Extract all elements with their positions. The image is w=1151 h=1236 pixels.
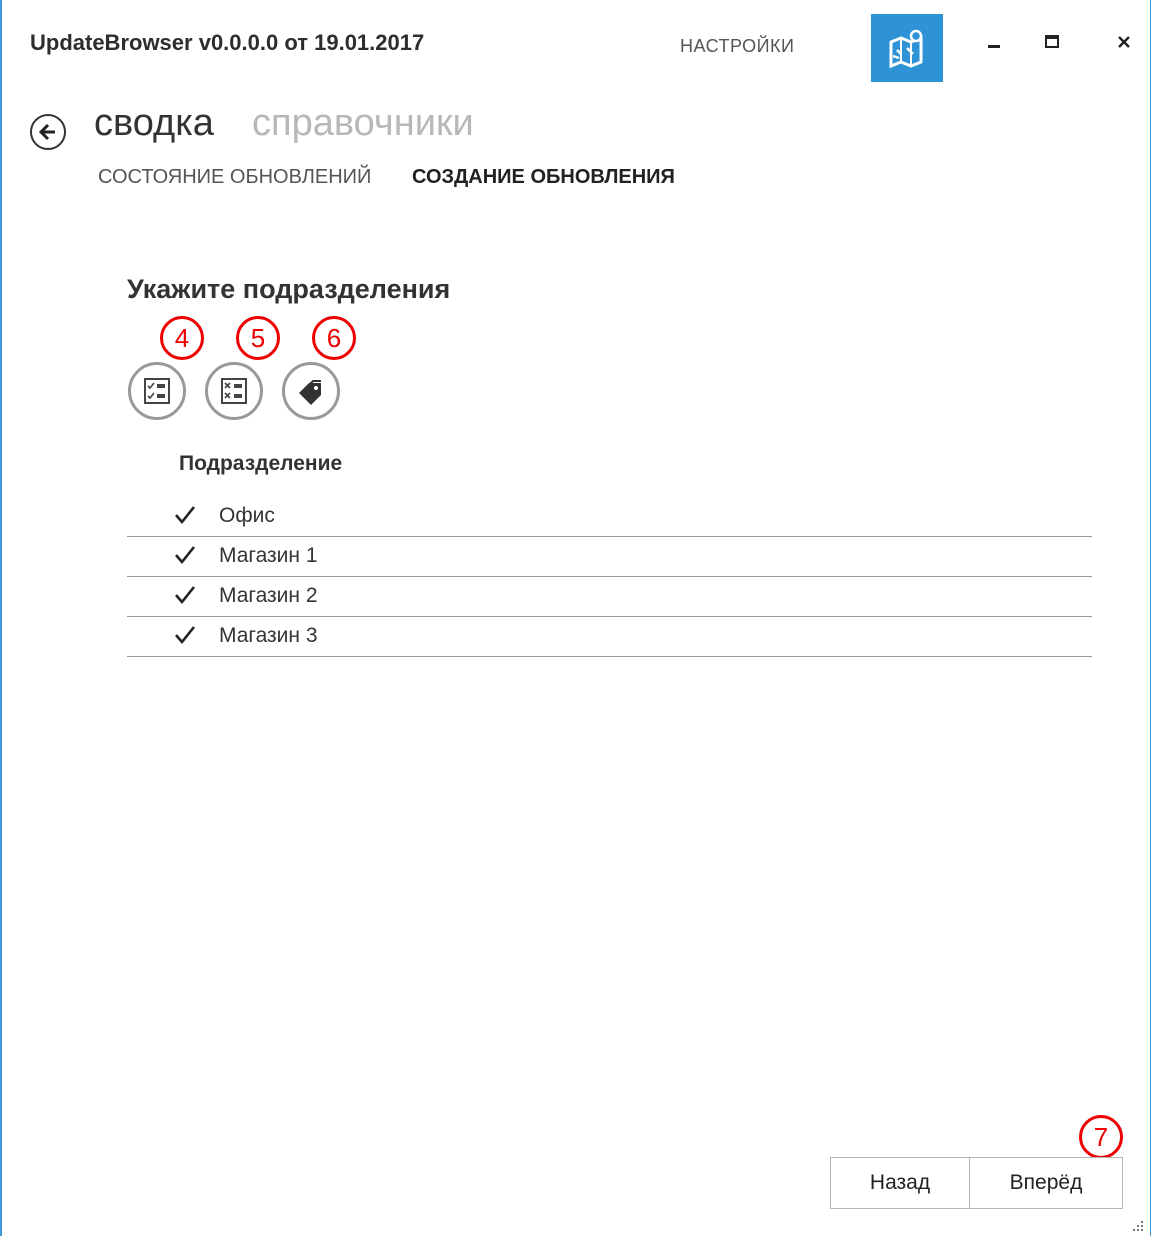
breadcrumb-summary[interactable]: сводка bbox=[94, 102, 214, 145]
checkbox-checked-icon[interactable] bbox=[173, 583, 197, 607]
tab-update-status[interactable]: СОСТОЯНИЕ ОБНОВЛЕНИЙ bbox=[98, 166, 371, 189]
list-item-label: Магазин 2 bbox=[219, 584, 318, 607]
tab-create-update[interactable]: СОЗДАНИЕ ОБНОВЛЕНИЯ bbox=[412, 166, 675, 189]
close-icon bbox=[1118, 36, 1130, 48]
division-list: Офис Магазин 1 Магазин 2 Магазин 3 bbox=[127, 497, 1092, 657]
settings-link[interactable]: НАСТРОЙКИ bbox=[680, 36, 794, 57]
checkbox-checked-icon[interactable] bbox=[173, 503, 197, 527]
list-item-label: Офис bbox=[219, 504, 275, 527]
back-button[interactable]: Назад bbox=[830, 1157, 970, 1209]
list-item[interactable]: Магазин 2 bbox=[127, 577, 1092, 617]
window-title: UpdateBrowser v0.0.0.0 от 19.01.2017 bbox=[30, 30, 425, 55]
select-all-icon bbox=[144, 378, 170, 404]
annotation-marker-6: 6 bbox=[312, 316, 356, 360]
back-navigation-button[interactable] bbox=[30, 114, 66, 150]
app-window: UpdateBrowser v0.0.0.0 от 19.01.2017 НАС… bbox=[0, 0, 1151, 1236]
app-logo-button[interactable] bbox=[871, 14, 943, 82]
breadcrumb-directories[interactable]: справочники bbox=[252, 102, 474, 145]
column-header-division: Подразделение bbox=[179, 452, 343, 475]
close-button[interactable] bbox=[1104, 22, 1144, 62]
deselect-all-icon bbox=[221, 378, 247, 404]
section-title: Укажите подразделения bbox=[127, 274, 451, 304]
select-all-button[interactable] bbox=[128, 362, 186, 420]
map-pin-icon bbox=[889, 29, 923, 68]
list-item-label: Магазин 1 bbox=[219, 544, 318, 567]
tag-icon bbox=[299, 380, 321, 405]
list-item-label: Магазин 3 bbox=[219, 624, 318, 647]
resize-grip-icon[interactable] bbox=[1130, 1218, 1144, 1232]
maximize-button[interactable] bbox=[1032, 22, 1072, 62]
checkbox-checked-icon[interactable] bbox=[173, 623, 197, 647]
next-button[interactable]: Вперёд bbox=[969, 1157, 1123, 1209]
annotation-marker-5: 5 bbox=[236, 316, 280, 360]
annotation-marker-7: 7 bbox=[1079, 1115, 1123, 1159]
list-item[interactable]: Магазин 3 bbox=[127, 617, 1092, 657]
minimize-button[interactable] bbox=[974, 22, 1014, 62]
checkbox-checked-icon[interactable] bbox=[173, 543, 197, 567]
maximize-icon bbox=[1045, 35, 1059, 48]
minimize-icon bbox=[988, 45, 1000, 48]
list-item[interactable]: Офис bbox=[127, 497, 1092, 537]
arrow-left-icon bbox=[38, 123, 55, 141]
tag-button[interactable] bbox=[282, 362, 340, 420]
deselect-all-button[interactable] bbox=[205, 362, 263, 420]
list-item[interactable]: Магазин 1 bbox=[127, 537, 1092, 577]
annotation-marker-4: 4 bbox=[160, 316, 204, 360]
